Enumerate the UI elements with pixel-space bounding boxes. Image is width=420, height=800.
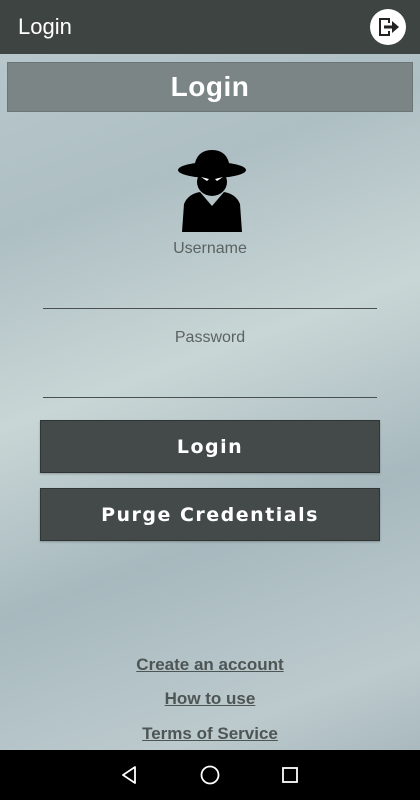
- password-label: Password: [174, 329, 246, 346]
- system-nav-bar: [0, 750, 420, 800]
- app-bar: Login: [0, 0, 420, 54]
- exit-button[interactable]: [370, 9, 406, 45]
- home-icon: [200, 765, 220, 785]
- purge-credentials-button[interactable]: Purge Credentials: [40, 488, 380, 541]
- exit-icon: [379, 18, 399, 36]
- create-account-link[interactable]: Create an account: [0, 655, 420, 675]
- back-icon: [122, 766, 136, 784]
- page-title: Login: [7, 62, 413, 112]
- username-field[interactable]: [43, 279, 377, 309]
- recents-button[interactable]: [278, 763, 302, 787]
- app-bar-title: Login: [18, 14, 72, 39]
- username-label: Username: [173, 240, 247, 257]
- terms-of-service-link[interactable]: Terms of Service: [0, 724, 420, 744]
- recents-icon: [282, 767, 298, 783]
- how-to-use-link[interactable]: How to use: [0, 689, 420, 709]
- back-button[interactable]: [118, 763, 142, 787]
- home-button[interactable]: [198, 763, 222, 787]
- login-button[interactable]: Login: [40, 420, 380, 473]
- password-field[interactable]: [43, 368, 377, 398]
- spy-icon: [178, 150, 246, 232]
